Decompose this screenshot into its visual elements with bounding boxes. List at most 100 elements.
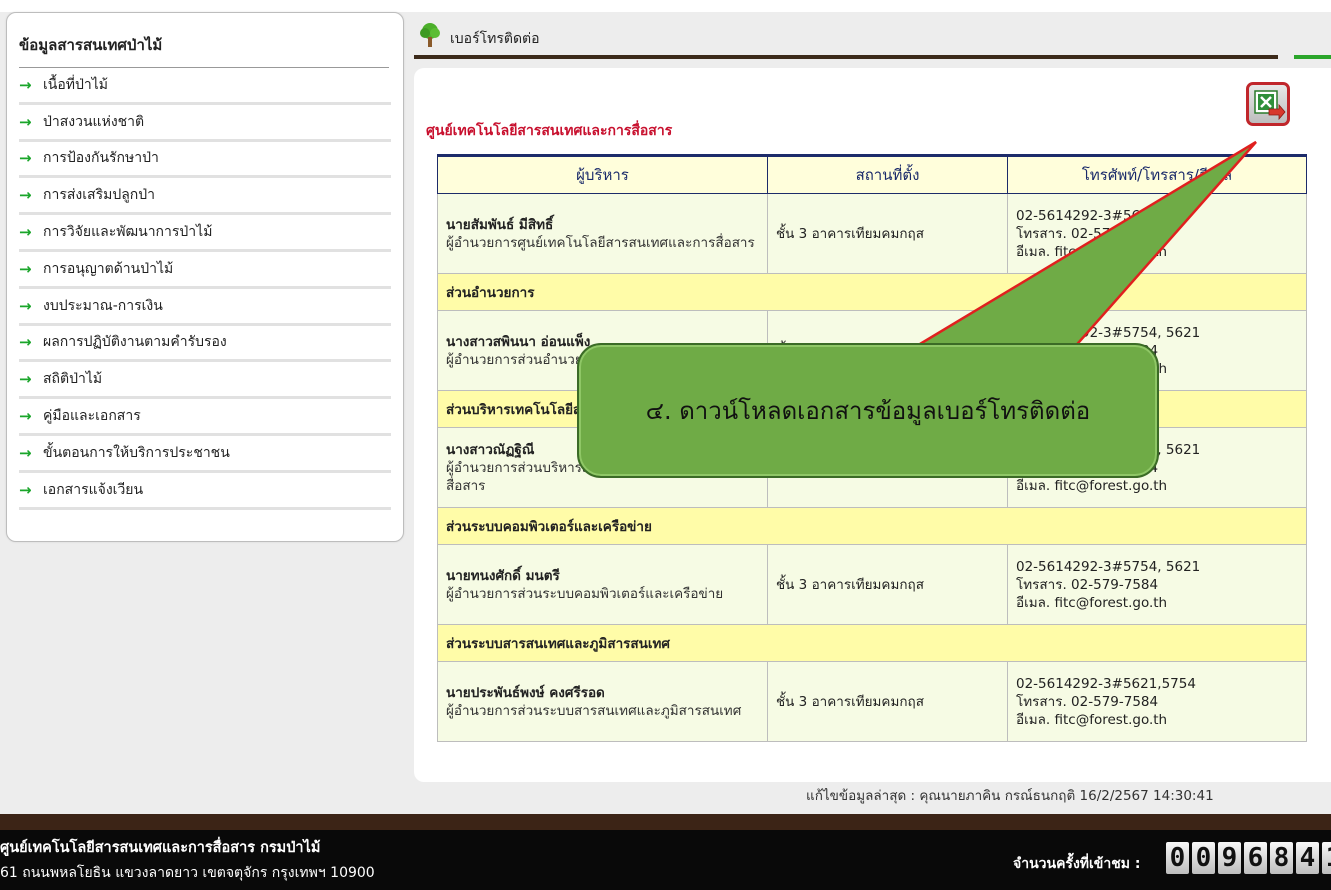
footer-address: 61 ถนนพหลโยธิน แขวงลาดยาว เขตจตุจักร กรุ… [0,865,375,881]
executive-cell: นายประพันธ์พงษ์ คงศรีรอด ผู้อำนวยการส่วนร… [437,661,768,742]
sidebar-title: ข้อมูลสารสนเทศป่าไม้ [19,33,389,68]
location-cell: ชั้น 3 อาคารเทียมคมกฤส [767,544,1008,625]
dept-row: ส่วนระบบคอมพิวเตอร์และเครือข่าย [437,507,1307,545]
contact-phone: 02-5614292-3#5754, 5621 [1016,324,1201,341]
contact-cell: 02-5614292-3#5610 โทรสาร. 02-579-7584 อีเม… [1007,193,1307,274]
sidebar-item[interactable]: → ขั้นตอนการให้บริการประชาชน [19,436,391,473]
top-bar [0,0,1331,12]
sidebar-item-label: เนื้อที่ป่าไม้ [43,76,109,93]
header-accent [1294,55,1331,59]
sidebar-item[interactable]: → สถิติป่าไม้ [19,362,391,400]
excel-export-icon [1254,90,1286,121]
executive-title: ผู้อำนวยการศูนย์เทคโนโลยีสารสนเทศและการส… [446,234,755,251]
arrow-icon: → [19,112,32,131]
counter-digit: 0 [1192,842,1215,874]
sidebar-item[interactable]: → การป้องกันรักษาป่า [19,142,391,179]
sidebar-item-label: เอกสารแจ้งเวียน [43,481,144,498]
executive-title: ผู้อำนวยการส่วนระบบสารสนเทศและภูมิสารสนเ… [446,702,742,719]
sidebar-item-label: ขั้นตอนการให้บริการประชาชน [43,444,230,461]
contact-cell: 02-5614292-3#5621,5754 โทรสาร. 02-579-758… [1007,661,1307,742]
table-row: นายทนงศักดิ์ มนตรี ผู้อำนวยการส่วนระบบคอม… [437,544,1307,625]
sidebar-item-label: คู่มือและเอกสาร [43,408,141,425]
contact-email[interactable]: อีเมล. fitc@forest.go.th [1016,594,1298,612]
table-row: นายประพันธ์พงษ์ คงศรีรอด ผู้อำนวยการส่วนร… [437,661,1307,742]
counter-digit: 8 [1270,842,1293,874]
sidebar-item-label: ป่าสงวนแห่งชาติ [43,113,145,130]
counter-digit: 9 [1218,842,1241,874]
executive-name: นายประพันธ์พงษ์ คงศรีรอด [446,684,605,701]
sidebar-item[interactable]: → การวิจัยและพัฒนาการป่าไม้ [19,215,391,252]
executive-cell: นายสัมพันธ์ มีสิทธิ์ ผู้อำนวยการศูนย์เทคโ… [437,193,768,274]
arrow-icon: → [19,186,32,205]
arrow-icon: → [19,370,32,389]
section-title: ศูนย์เทคโนโลยีสารสนเทศและการสื่อสาร [426,123,673,139]
counter-digit: 6 [1244,842,1267,874]
dept-row: ส่วนอำนวยการ [437,273,1307,311]
contact-email[interactable]: อีเมล. fitc@forest.go.th [1016,711,1298,729]
footer: ศูนย์เทคโนโลยีสารสนเทศและการสื่อสาร กรมป… [0,830,1331,890]
counter-digit: 0 [1166,842,1189,874]
excel-export-button[interactable] [1246,82,1290,126]
executive-name: นายทนงศักดิ์ มนตรี [446,567,560,584]
sidebar-item-label: การอนุญาตด้านป่าไม้ [43,260,174,277]
visit-counter: 0096841 [1166,842,1331,874]
sidebar-item[interactable]: → ป่าสงวนแห่งชาติ [19,105,391,142]
sidebar-item[interactable]: → คู่มือและเอกสาร [19,399,391,436]
table-row: นายสัมพันธ์ มีสิทธิ์ ผู้อำนวยการศูนย์เทคโ… [437,193,1307,274]
arrow-icon: → [19,223,32,242]
executive-cell: นายทนงศักดิ์ มนตรี ผู้อำนวยการส่วนระบบคอม… [437,544,768,625]
arrow-icon: → [19,333,32,352]
dept-name: ส่วนระบบสารสนเทศและภูมิสารสนเทศ [437,624,1307,662]
sidebar-item[interactable]: → ผลการปฏิบัติงานตามคำรับรอง [19,326,391,363]
contact-email[interactable]: อีเมล. fitc@forest.go.th [1016,477,1298,495]
sidebar-menu: → เนื้อที่ป่าไม้ → ป่าสงวนแห่งชาติ → การป้องก… [7,68,403,510]
sidebar-item[interactable]: → การอนุญาตด้านป่าไม้ [19,252,391,289]
arrow-icon: → [19,296,32,315]
executive-title: ผู้อำนวยการส่วนระบบคอมพิวเตอร์และเครือข่… [446,585,724,602]
header-divider [414,55,1278,59]
sidebar-item[interactable]: → เอกสารแจ้งเวียน [19,473,391,510]
contact-phone: 02-5614292-3#5621,5754 [1016,675,1196,692]
column-header-contact: โทรศัพท์/โทรสาร/อีเมล [1007,154,1307,194]
callout-box: ๔. ดาวน์โหลดเอกสารข้อมูลเบอร์โทรติดต่อ [577,343,1159,478]
visit-counter-label: จำนวนครั้งที่เข้าชม : [1013,856,1141,872]
counter-digit: 4 [1296,842,1319,874]
sidebar-item[interactable]: → การส่งเสริมปลูกป่า [19,178,391,216]
sidebar-item-label: สถิติป่าไม้ [43,371,103,388]
location-cell: ชั้น 3 อาคารเทียมคมกฤส [767,661,1008,742]
dept-name: ส่วนอำนวยการ [437,273,1307,311]
last-updated: แก้ไขข้อมูลล่าสุด : คุณนายภาคิน กรณ์ธนกฤ… [806,788,1214,804]
arrow-icon: → [19,443,32,462]
sidebar: ข้อมูลสารสนเทศป่าไม้ → เนื้อที่ป่าไม้ → ป่า… [6,12,404,542]
contact-phone: 02-5614292-3#5754, 5621 [1016,558,1201,575]
page-title: เบอร์โทรติดต่อ [450,31,540,47]
footer-org: ศูนย์เทคโนโลยีสารสนเทศและการสื่อสาร กรมป… [0,840,321,856]
arrow-icon: → [19,149,32,168]
contact-fax: โทรสาร. 02-579-7584 [1016,225,1159,242]
sidebar-item-label: การส่งเสริมปลูกป่า [43,187,156,204]
callout-text: ๔. ดาวน์โหลดเอกสารข้อมูลเบอร์โทรติดต่อ [645,397,1091,425]
contact-cell: 02-5614292-3#5754, 5621โทรสาร. 02-579-75… [1007,544,1307,625]
contact-email[interactable]: อีเมล. fitc@forest.go.th [1016,243,1298,261]
location-cell: ชั้น 3 อาคารเทียมคมกฤส [767,193,1008,274]
column-header-location: สถานที่ตั้ง [767,154,1008,194]
sidebar-item[interactable]: → เนื้อที่ป่าไม้ [19,68,391,105]
page-header: เบอร์โทรติดต่อ [414,22,1331,60]
arrow-icon: → [19,259,32,278]
tree-icon [420,23,440,47]
dept-row: ส่วนระบบสารสนเทศและภูมิสารสนเทศ [437,624,1307,662]
arrow-icon: → [19,75,32,94]
contact-fax: โทรสาร. 02-579-7584 [1016,693,1159,710]
dept-name: ส่วนระบบคอมพิวเตอร์และเครือข่าย [437,507,1307,545]
sidebar-item-label: ผลการปฏิบัติงานตามคำรับรอง [43,334,227,351]
sidebar-item-label: การป้องกันรักษาป่า [43,150,159,167]
arrow-icon: → [19,480,32,499]
contact-phone: 02-5614292-3#5610 [1016,207,1158,224]
sidebar-item-label: งบประมาณ-การเงิน [43,297,163,314]
contact-fax: โทรสาร. 02-579-7584 [1016,576,1159,593]
sidebar-item[interactable]: → งบประมาณ-การเงิน [19,289,391,326]
executive-name: นายสัมพันธ์ มีสิทธิ์ [446,216,554,233]
counter-digit: 1 [1322,842,1331,874]
footer-stripe [0,814,1331,830]
sidebar-item-label: การวิจัยและพัฒนาการป่าไม้ [43,224,213,241]
